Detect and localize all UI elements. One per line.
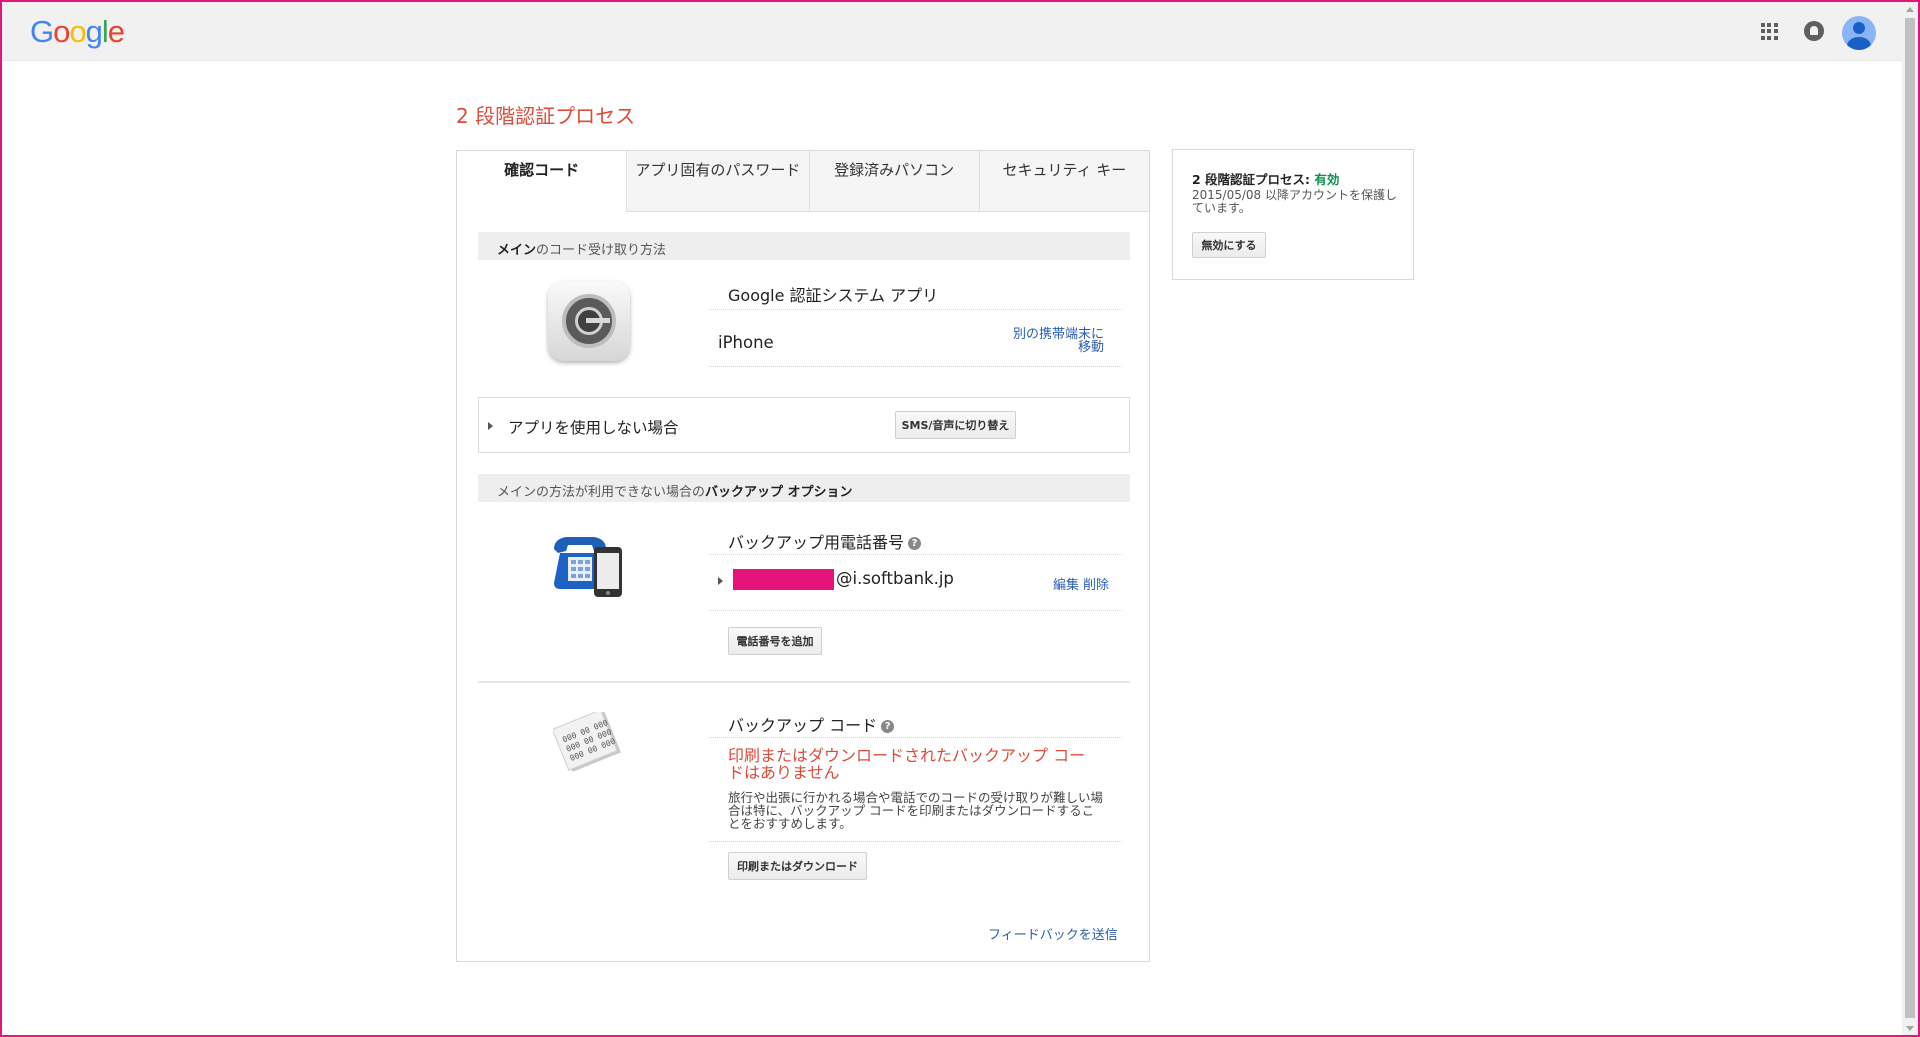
google-logo[interactable]: Google [30,14,125,50]
divider [709,841,1122,842]
backup-codes-icon: 000 00 000 000 00 000 000 00 000 [551,709,623,774]
logo-letter: G [30,14,54,49]
backup-phone-title-text: バックアップ用電話番号 [728,533,905,552]
help-icon[interactable]: ? [908,537,922,550]
print-download-button[interactable]: 印刷またはダウンロード [728,852,867,880]
divider [709,610,1122,611]
primary-label-rest: のコード受け取り方法 [536,243,667,258]
divider [709,309,1122,310]
codes-description: 旅行や出張に行かれる場合や電話でのコードの受け取りが難しい場合は特に、バックアッ… [728,790,1104,831]
authenticator-app-name: Google 認証システム アプリ [728,286,939,305]
status-badge: 有効 [1314,172,1340,187]
scroll-thumb[interactable] [1905,18,1915,1018]
divider [709,554,1122,555]
apps-icon[interactable] [1754,16,1784,46]
switch-to-sms-button[interactable]: SMS/音声に切り替え [895,411,1016,439]
help-icon[interactable]: ? [881,720,895,733]
status-description: 2015/05/08 以降アカウントを保護しています。 [1192,188,1397,215]
tab-security-key[interactable]: セキュリティ キー [978,151,1149,212]
tab-verification-code[interactable]: 確認コード [457,151,627,212]
redacted-block [733,569,834,590]
send-feedback-link[interactable]: フィードバックを送信 [988,924,1118,943]
status-title: 2 段階認証プロセス: 有効 [1192,169,1339,188]
vertical-scrollbar[interactable] [1902,2,1918,1035]
tab-bar: 確認コード アプリ固有のパスワード 登録済みパソコン セキュリティ キー [457,151,1149,212]
authenticator-app-icon [548,281,630,361]
logo-letter: e [107,14,125,49]
section-divider [478,681,1130,683]
status-title-prefix: 2 段階認証プロセス: [1192,172,1315,187]
backup-codes-title-text: バックアップ コード [728,716,878,735]
scroll-down-arrow-icon[interactable] [1906,1026,1914,1031]
page-title: 2 段階認証プロセス [456,104,636,128]
edit-phone-link[interactable]: 編集 [1053,574,1079,593]
account-avatar[interactable] [1842,16,1876,50]
two-step-card: 確認コード アプリ固有のパスワード 登録済みパソコン セキュリティ キー メイン… [456,150,1150,962]
top-bar: Google [2,2,1902,61]
tab-registered-computers[interactable]: 登録済みパソコン [808,151,979,212]
backup-phone-title: バックアップ用電話番号? [728,529,922,553]
primary-label-bold: メイン [497,243,537,258]
expand-triangle-icon[interactable] [718,577,723,585]
logo-letter: g [85,14,103,49]
add-phone-button[interactable]: 電話番号を追加 [728,627,822,655]
divider [709,366,1122,367]
logo-letter: o [69,14,86,49]
backup-codes-title: バックアップ コード? [728,712,895,736]
logo-letter: o [53,14,70,49]
no-app-label[interactable]: アプリを使用しない場合 [508,416,679,438]
backup-phone-icon [554,537,622,597]
backup-label-bold: バックアップ オプション [705,485,853,500]
backup-label-rest: メインの方法が利用できない場合の [497,485,706,500]
delete-phone-link[interactable]: 削除 [1083,574,1109,593]
divider [709,737,1122,738]
tab-app-passwords[interactable]: アプリ固有のパスワード [626,151,809,212]
backup-options-header: メインの方法が利用できない場合のバックアップ オプション [478,474,1130,502]
move-link-line2: 移動 [1077,340,1104,355]
status-card: 2 段階認証プロセス: 有効 2015/05/08 以降アカウントを保護していま… [1172,149,1414,280]
no-codes-warning: 印刷またはダウンロードされたバックアップ コードはありません [728,746,1086,782]
disable-button[interactable]: 無効にする [1192,232,1266,258]
backup-phone-entry: @i.softbank.jp [733,569,954,590]
move-device-link[interactable]: 別の携帯端末に 移動 [997,328,1104,354]
backup-phone-value: @i.softbank.jp [836,569,954,588]
device-name: iPhone [718,333,774,352]
no-app-option[interactable]: アプリを使用しない場合 SMS/音声に切り替え [478,397,1130,453]
notifications-bell-icon[interactable] [1799,16,1829,46]
primary-method-header: メインのコード受け取り方法 [478,232,1130,260]
scroll-up-arrow-icon[interactable] [1906,7,1914,12]
expand-triangle-icon[interactable] [488,422,493,430]
